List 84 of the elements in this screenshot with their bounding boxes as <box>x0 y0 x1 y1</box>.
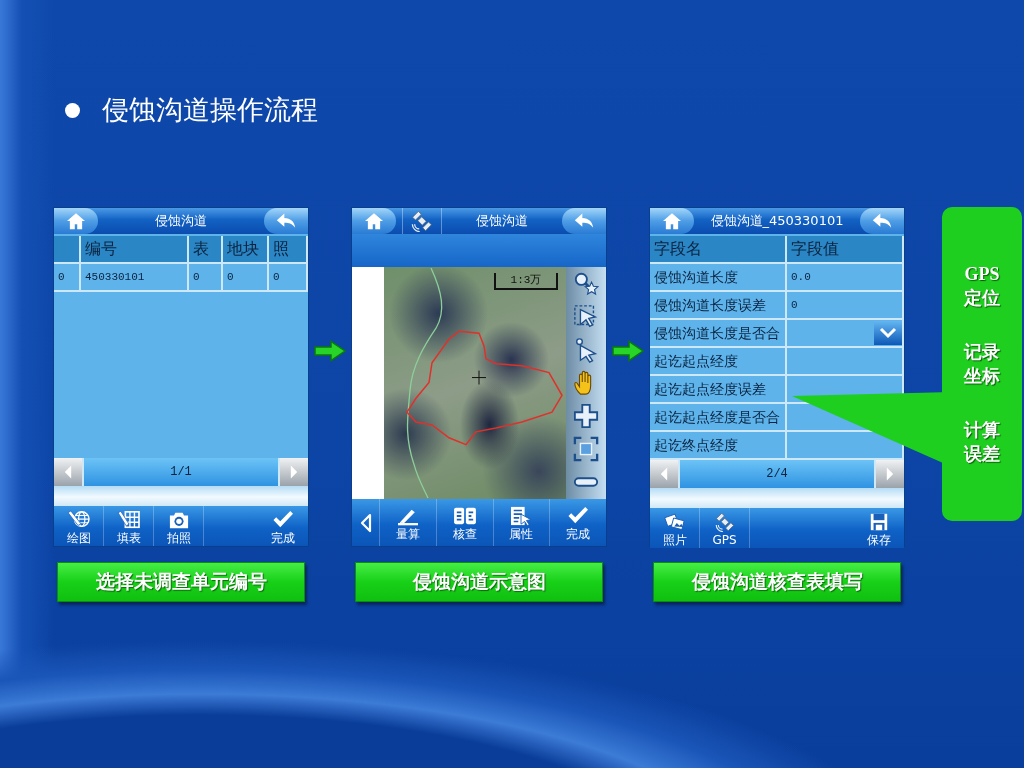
toolbar-button[interactable]: 核查 <box>436 499 494 546</box>
column-header: 字段名 <box>650 236 787 264</box>
toolbar-button[interactable]: 完成 <box>258 506 308 546</box>
back-arrow-icon[interactable] <box>574 212 594 230</box>
callout-text: 定位 <box>964 287 1000 310</box>
page-indicator: 2/4 <box>678 460 876 488</box>
bullet-icon <box>65 102 80 118</box>
dropdown-field[interactable] <box>787 320 904 348</box>
home-button[interactable] <box>352 208 396 234</box>
column-header: 地块 <box>223 236 269 264</box>
right-arrow-icon <box>612 340 644 362</box>
toolbar-button[interactable]: 绘图 <box>54 506 104 546</box>
back-button[interactable] <box>860 208 904 234</box>
value-field[interactable]: 0.0 <box>787 264 904 292</box>
home-button[interactable] <box>54 208 98 234</box>
grid-pencil-icon[interactable] <box>116 509 141 530</box>
toolbar-button[interactable]: 完成 <box>550 499 606 546</box>
home-button[interactable] <box>650 208 694 234</box>
photo-stack-icon[interactable] <box>662 511 687 532</box>
column-header <box>54 236 81 264</box>
plus-icon[interactable] <box>573 403 599 430</box>
callout-text: 误差 <box>964 443 1000 466</box>
toolbar-button[interactable]: 拍照 <box>154 506 204 546</box>
value-field[interactable]: 0 <box>787 292 904 320</box>
table-cell: 0 <box>223 264 269 292</box>
home-icon[interactable] <box>66 212 86 230</box>
chevron-down-icon[interactable] <box>879 327 897 339</box>
step-caption: 选择未调查单元编号 <box>57 562 305 602</box>
column-header: 照 <box>269 236 308 264</box>
previous-page-button[interactable] <box>650 460 678 488</box>
back-button[interactable] <box>562 208 606 234</box>
step-caption: 侵蚀沟道核查表填写 <box>653 562 901 602</box>
back-button[interactable] <box>264 208 308 234</box>
home-icon[interactable] <box>364 212 384 230</box>
screen-title: 侵蚀沟道 <box>475 212 529 230</box>
dropdown-button[interactable] <box>874 321 902 345</box>
column-header: 字段值 <box>787 236 904 264</box>
satellite-icon[interactable] <box>411 210 433 232</box>
toolbar-button[interactable]: 量算 <box>380 499 437 546</box>
back-arrow-icon[interactable] <box>872 212 892 230</box>
callout-text: 坐标 <box>964 365 1000 388</box>
step-caption: 侵蚀沟道示意图 <box>355 562 603 602</box>
callout-text: 记录 <box>964 341 1000 364</box>
right-arrow-icon <box>314 340 346 362</box>
table-cell: 起讫起点经度误差 <box>650 376 787 404</box>
table-cell: 侵蚀沟道长度 <box>650 264 787 292</box>
column-header: 表 <box>189 236 223 264</box>
toolbar-button[interactable]: 保存 <box>854 508 904 548</box>
check-icon[interactable] <box>566 506 591 526</box>
table-cell: 侵蚀沟道长度是否合 <box>650 320 787 348</box>
scale-bar: 1:3万 <box>494 273 558 290</box>
back-arrow-icon[interactable] <box>276 212 296 230</box>
next-page-button[interactable] <box>876 460 904 488</box>
table-cell: 0 <box>189 264 223 292</box>
document-pair-icon[interactable] <box>452 506 477 526</box>
slide-title: 侵蚀沟道操作流程 <box>102 94 318 126</box>
table-cell: 0 <box>269 264 308 292</box>
selection-cursor-icon[interactable] <box>573 303 599 330</box>
toolbar-button[interactable]: 照片 <box>650 508 700 548</box>
column-header: 编号 <box>81 236 189 264</box>
globe-pencil-icon[interactable] <box>66 509 91 530</box>
toolbar-button[interactable]: 属性 <box>493 499 551 546</box>
table-cell: 450330101 <box>81 264 189 292</box>
toolbar-button[interactable]: GPS <box>700 508 750 548</box>
triangle-left-icon[interactable] <box>359 512 372 533</box>
callout-text: GPS <box>964 263 1000 286</box>
home-icon[interactable] <box>662 212 682 230</box>
table-cell: 起讫终点经度 <box>650 432 787 460</box>
table-cell: 0 <box>54 264 81 292</box>
frame-corners-icon[interactable] <box>573 436 599 463</box>
toolbar-button[interactable]: 填表 <box>104 506 154 546</box>
page-indicator: 1/1 <box>82 458 280 486</box>
callout-text: 计算 <box>964 419 1000 442</box>
crosshair-icon <box>471 370 487 385</box>
screen-title: 侵蚀沟道 <box>154 212 208 230</box>
document-cursor-icon[interactable] <box>509 506 534 526</box>
table-cell: 侵蚀沟道长度误差 <box>650 292 787 320</box>
table-cell: 起讫起点经度是否合 <box>650 404 787 432</box>
screen-title: 侵蚀沟道_450330101 <box>709 212 845 230</box>
star-magnifier-icon[interactable] <box>573 270 599 297</box>
pointer-icon[interactable] <box>573 336 599 363</box>
check-icon[interactable] <box>271 509 295 530</box>
value-field[interactable] <box>787 348 904 376</box>
table-cell: 起讫起点经度 <box>650 348 787 376</box>
